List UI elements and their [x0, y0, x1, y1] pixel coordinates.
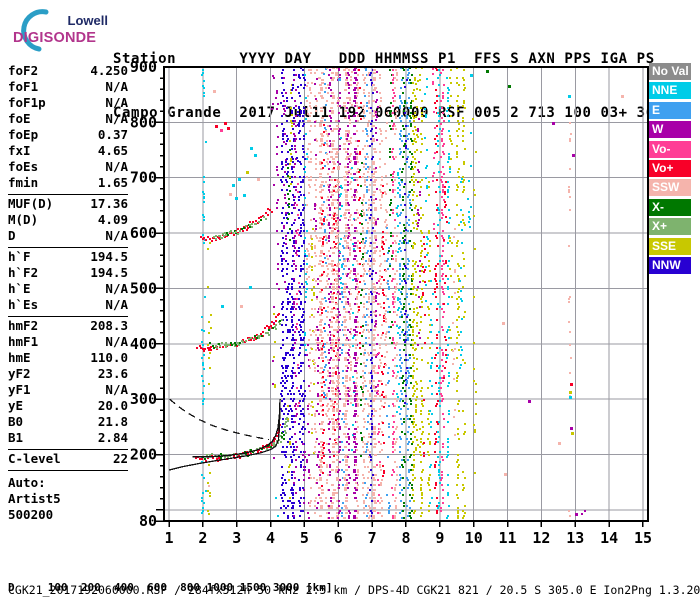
x-axis-tick-label: 2 — [198, 529, 207, 547]
legend-item-sse: SSE — [649, 237, 691, 255]
legend-item-w: W — [649, 121, 691, 139]
y-axis-tick-label: 400 — [130, 335, 157, 353]
y-axis-tick-label: 300 — [130, 390, 157, 408]
x-axis-tick-label: 4 — [266, 529, 275, 547]
ionogram-plot: 900800700600500400300200801 2 3 4 5 6 7 8 9 10 11 1… — [130, 58, 652, 547]
x-axis-tick-label: 13 — [566, 529, 584, 547]
x-axis-tick-label: 10 — [465, 529, 483, 547]
x-axis-tick-label: 11 — [499, 529, 517, 547]
y-axis-tick-label: 800 — [130, 113, 157, 131]
x-axis-tick-label: 14 — [600, 529, 618, 547]
x-axis-tick-label: 1 — [164, 529, 173, 547]
status-line: CGK21_2017192060000.RSF / 284fx512h 50 k… — [8, 583, 700, 597]
doppler-direction-legend: No Val NNE E W Vo- Vo+ SSW X- X+ SSE NNW — [649, 63, 691, 276]
legend-item-no-val: No Val — [649, 63, 691, 80]
legend-item-e: E — [649, 101, 691, 119]
x-axis-tick-label: 5 — [300, 529, 309, 547]
y-axis-tick-label: 80 — [139, 512, 157, 530]
y-axis-tick-label: 600 — [130, 224, 157, 242]
legend-item-vo-: Vo+ — [649, 159, 691, 177]
legend-item-nnw: NNW — [649, 256, 691, 274]
legend-item-vo-: Vo- — [649, 140, 691, 158]
legend-item-nne: NNE — [649, 82, 691, 100]
legend-item-ssw: SSW — [649, 179, 691, 197]
legend-item-x-: X- — [649, 198, 691, 216]
x-axis-tick-label: 12 — [532, 529, 550, 547]
x-axis-tick-label: 8 — [401, 529, 410, 547]
x-axis-tick-label: 7 — [368, 529, 377, 547]
y-axis-tick-label: 900 — [130, 58, 157, 76]
y-axis-tick-label: 700 — [130, 169, 157, 187]
x-axis-tick-label: 9 — [435, 529, 444, 547]
y-axis-tick-label: 500 — [130, 279, 157, 297]
y-axis-tick-label: 200 — [130, 446, 157, 464]
x-axis-tick-label: 6 — [334, 529, 343, 547]
x-axis-tick-label: 3 — [232, 529, 241, 547]
x-axis-tick-label: 15 — [634, 529, 652, 547]
legend-item-x-: X+ — [649, 218, 691, 236]
